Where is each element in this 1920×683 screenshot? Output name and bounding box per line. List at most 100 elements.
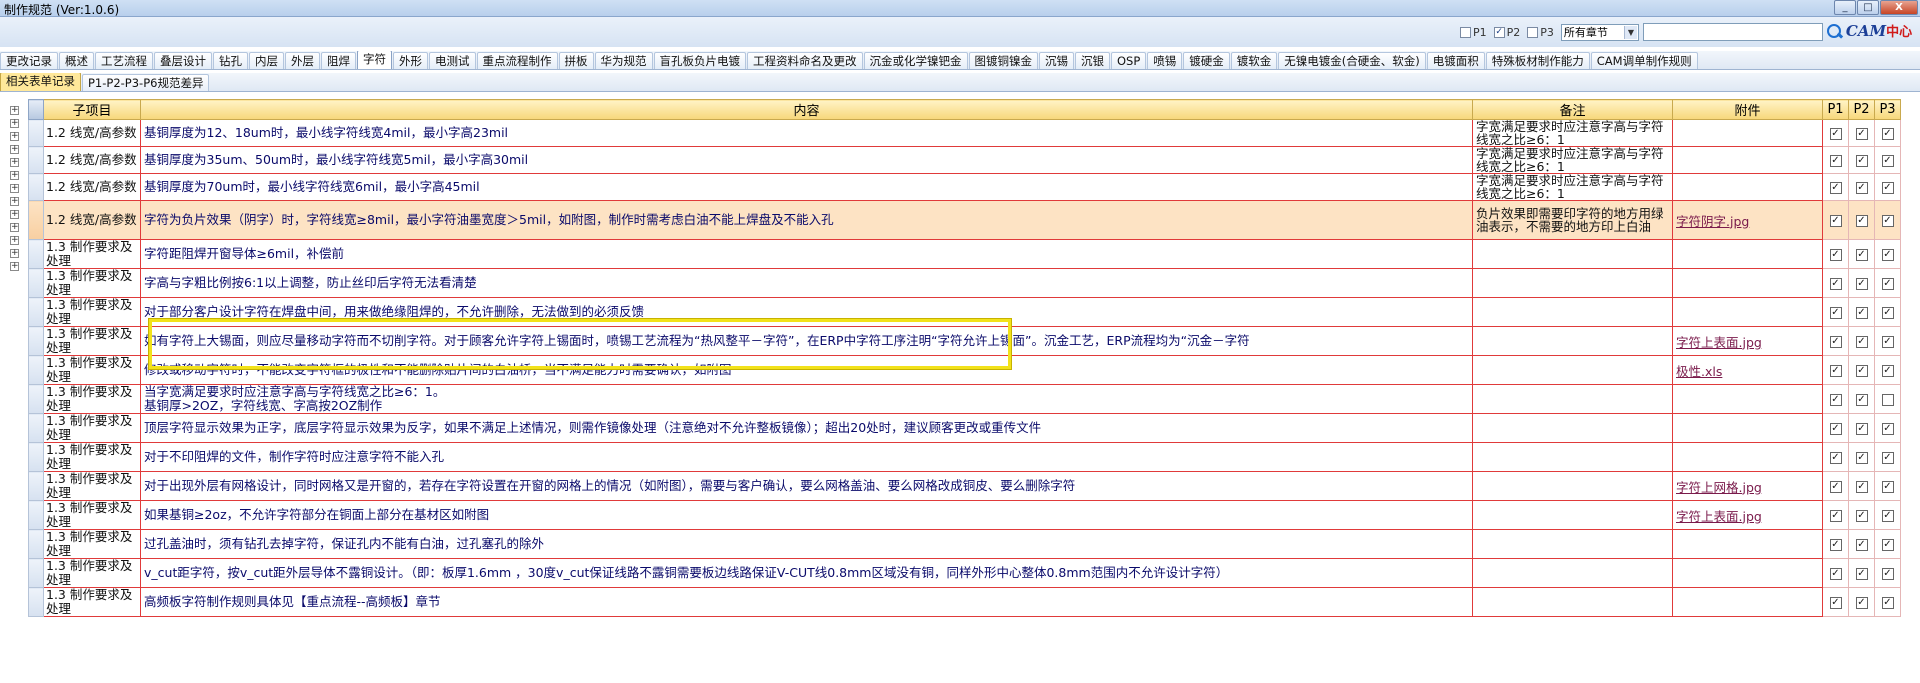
p3-checkbox[interactable] [1881,249,1894,261]
p3-checkbox[interactable] [1881,539,1894,551]
attachment-link[interactable]: 字符上网格.jpg [1676,480,1762,495]
p3-checkbox[interactable] [1881,128,1894,140]
row-header[interactable] [28,384,44,414]
tab-6[interactable]: 外层 [285,52,320,69]
table-row[interactable]: 1.3 制作要求及处理 对于部分客户设计字符在焊盘中间，用来做绝缘阻焊的，不允许删… [28,297,1901,327]
filter-p3-checkbox[interactable] [1527,26,1539,38]
p1-checkbox[interactable] [1829,215,1842,227]
header-p1[interactable]: P1 [1822,99,1849,120]
p2-checkbox[interactable] [1855,510,1868,522]
close-button[interactable]: X [1880,0,1918,15]
tree-expand-icon[interactable]: + [10,158,19,167]
tab-21[interactable]: 喷锡 [1147,52,1183,69]
table-row[interactable]: 1.3 制作要求及处理 高频板字符制作规则具体见【重点流程--高频板】章节 [28,587,1901,617]
p1-checkbox[interactable] [1829,249,1842,261]
attachment-link[interactable]: 字符上表面.jpg [1676,335,1762,350]
tab-12[interactable]: 拼板 [558,52,594,69]
p1-checkbox[interactable] [1829,278,1842,290]
p1-checkbox[interactable] [1829,394,1842,406]
p2-checkbox[interactable] [1855,423,1868,435]
p1-checkbox[interactable] [1829,539,1842,551]
p1-checkbox[interactable] [1829,365,1842,377]
tree-expand-icon[interactable]: + [10,249,19,258]
tree-expand-icon[interactable]: + [10,262,19,271]
p2-checkbox[interactable] [1855,394,1868,406]
p1-checkbox[interactable] [1829,510,1842,522]
tree-expand-icon[interactable]: + [10,197,19,206]
tab-0[interactable]: 更改记录 [0,52,58,69]
tab-13[interactable]: 华为规范 [594,52,653,69]
tab-25[interactable]: 电镀面积 [1426,52,1485,69]
p3-checkbox[interactable] [1881,452,1894,464]
attachment-link[interactable]: 字符阴字.jpg [1676,214,1749,229]
row-header[interactable] [28,355,44,385]
p3-checkbox[interactable] [1881,568,1894,580]
p2-checkbox[interactable] [1855,182,1868,194]
table-row[interactable]: 1.3 制作要求及处理 对于出现外层有网格设计，同时网格又是开窗的，若存在字符设置… [28,471,1901,501]
tab-8[interactable]: 字符 [357,51,392,69]
tab-5[interactable]: 内层 [249,52,284,69]
row-header[interactable] [28,529,44,559]
tree-expand-icon[interactable]: + [10,210,19,219]
row-header[interactable] [28,500,44,530]
p1-checkbox[interactable] [1829,568,1842,580]
search-icon[interactable] [1825,23,1843,41]
p1-checkbox[interactable] [1829,452,1842,464]
row-header[interactable] [28,268,44,298]
tree-expand-icon[interactable]: + [10,223,19,232]
tab-23[interactable]: 镀软金 [1230,52,1278,69]
row-header[interactable] [28,239,44,269]
subtab-1[interactable]: P1-P2-P3-P6规范差异 [82,74,210,91]
tab-17[interactable]: 图镀铜镍金 [968,52,1038,69]
filter-p1[interactable]: P1 [1460,26,1487,39]
table-row[interactable]: 1.3 制作要求及处理 v_cut距字符，按v_cut距外层导体不露铜设计。（即：… [28,558,1901,588]
p2-checkbox[interactable] [1855,597,1868,609]
p2-checkbox[interactable] [1855,307,1868,319]
table-row[interactable]: 1.2 线宽/高参数 字符为负片效果（阴字）时，字符线宽≥8mil，最小字符油墨宽… [28,200,1901,240]
filter-p1-checkbox[interactable] [1460,26,1471,38]
row-header[interactable] [28,558,44,588]
tab-7[interactable]: 阻焊 [321,52,356,69]
p2-checkbox[interactable] [1855,278,1868,290]
tab-10[interactable]: 电测试 [429,52,476,69]
p3-checkbox[interactable] [1881,365,1894,377]
p1-checkbox[interactable] [1829,182,1842,194]
p1-checkbox[interactable] [1829,128,1842,140]
p2-checkbox[interactable] [1855,249,1868,261]
p3-checkbox[interactable] [1881,278,1894,290]
tab-27[interactable]: CAM调单制作规则 [1590,52,1698,69]
maximize-button[interactable]: □ [1857,0,1879,15]
row-header[interactable] [28,326,44,356]
table-row[interactable]: 1.2 线宽/高参数 基铜厚度为70um时，最小线字符线宽6mil，最小字高45m… [28,173,1901,201]
p3-checkbox[interactable] [1881,215,1894,227]
p2-checkbox[interactable] [1855,365,1868,377]
row-header[interactable] [28,587,44,617]
p2-checkbox[interactable] [1855,215,1868,227]
p2-checkbox[interactable] [1855,128,1868,140]
tree-expand-icon[interactable]: + [10,184,19,193]
row-header[interactable] [28,413,44,443]
p1-checkbox[interactable] [1829,597,1842,609]
p1-checkbox[interactable] [1829,307,1842,319]
table-row[interactable]: 1.2 线宽/高参数 基铜厚度为12、18um时，最小线字符线宽4mil，最小字高… [28,119,1901,147]
row-header[interactable] [28,119,44,147]
filter-p2[interactable]: P2 [1493,26,1520,39]
p3-checkbox[interactable] [1881,394,1894,406]
attachment-link[interactable]: 极性.xls [1676,364,1722,379]
tree-expand-icon[interactable]: + [10,132,19,141]
tree-expand-icon[interactable]: + [10,236,19,245]
table-row[interactable]: 1.3 制作要求及处理 字高与字粗比例按6:1以上调整，防止丝印后字符无法看清楚 [28,268,1901,298]
minimize-button[interactable]: _ [1834,0,1856,15]
tab-26[interactable]: 特殊板材制作能力 [1485,52,1590,69]
tree-expand-icon[interactable]: + [10,171,19,180]
subtab-0[interactable]: 相关表单记录 [0,73,81,91]
attachment-link[interactable]: 字符上表面.jpg [1676,509,1762,524]
tree-expand-icon[interactable]: + [10,145,19,154]
p3-checkbox[interactable] [1881,182,1894,194]
table-row[interactable]: 1.3 制作要求及处理 修改或移动字符时，不能改变字符框的极性和不能删除贴片间的白… [28,355,1901,385]
p2-checkbox[interactable] [1855,452,1868,464]
p3-checkbox[interactable] [1881,307,1894,319]
tree-expand-icon[interactable]: + [10,106,19,115]
tab-2[interactable]: 工艺流程 [95,52,153,69]
table-row[interactable]: 1.2 线宽/高参数 基铜厚度为35um、50um时，最小线字符线宽5mil，最小… [28,146,1901,174]
